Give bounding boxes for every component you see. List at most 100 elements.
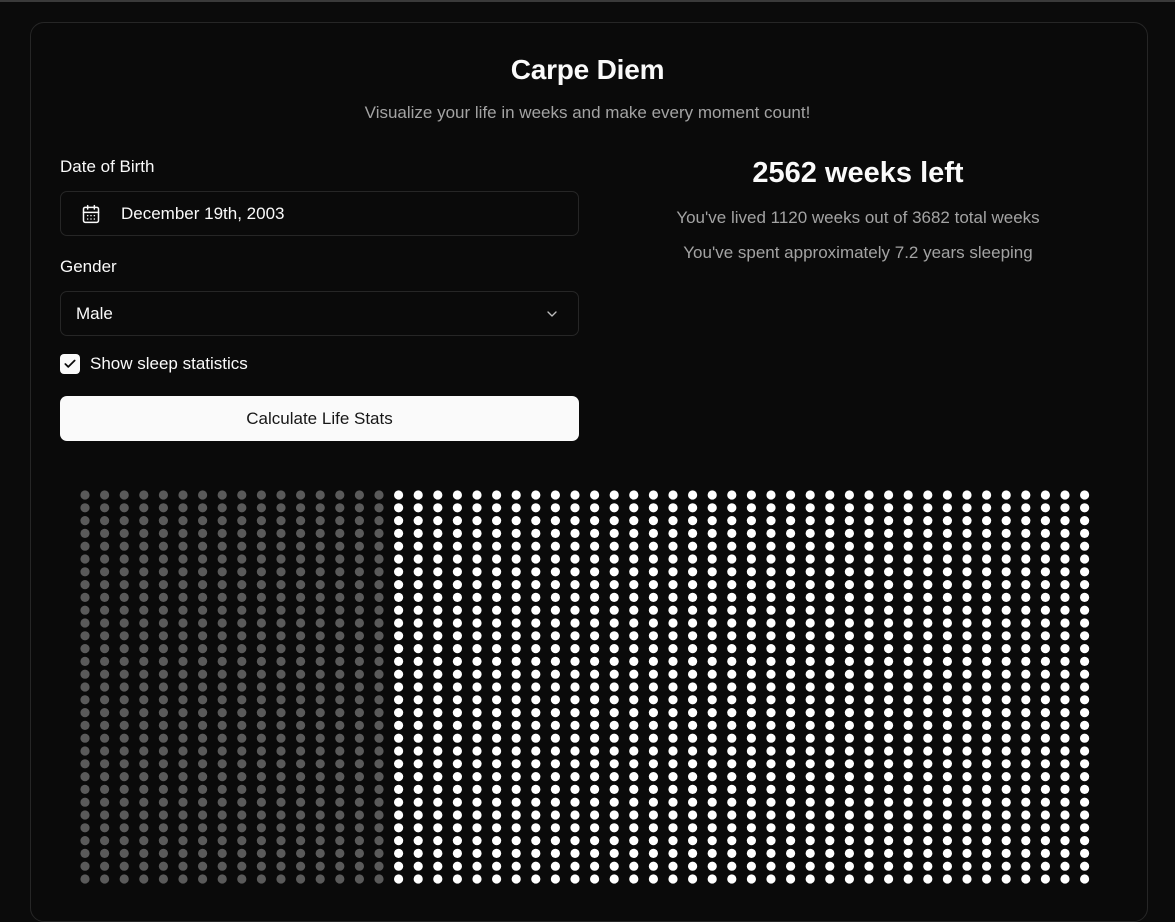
week-dot-remaining — [1021, 644, 1031, 654]
week-dot-remaining — [844, 592, 855, 603]
week-dot-lived — [256, 733, 266, 743]
week-dot-remaining — [433, 592, 443, 603]
week-dot-lived — [139, 682, 149, 692]
week-dot-remaining — [923, 823, 933, 833]
week-dot-lived — [256, 605, 266, 615]
week-dot-remaining — [962, 644, 972, 654]
week-dot-lived — [335, 567, 345, 577]
week-dot-remaining — [1001, 605, 1011, 615]
week-dot-remaining — [1001, 580, 1011, 590]
week-dot-remaining — [472, 528, 482, 539]
week-dot-remaining — [962, 490, 972, 500]
week-dot-remaining — [1001, 490, 1011, 500]
week-dot-remaining — [492, 631, 502, 641]
week-dot-lived — [217, 836, 227, 846]
week-dot-remaining — [786, 810, 796, 820]
week-dot-remaining — [1060, 746, 1070, 756]
week-dot-lived — [354, 490, 364, 500]
week-dot-remaining — [923, 541, 933, 551]
week-dot-remaining — [766, 874, 776, 884]
week-dot-remaining — [1021, 567, 1031, 577]
week-dot-remaining — [531, 580, 541, 590]
week-dot-remaining — [864, 861, 874, 871]
week-dot-lived — [198, 528, 208, 539]
week-dot-remaining — [1001, 567, 1011, 577]
week-dot-lived — [237, 580, 247, 590]
week-dot-remaining — [825, 516, 835, 526]
week-dot-lived — [276, 759, 286, 769]
week-dot-lived — [276, 541, 286, 551]
week-dot-lived — [276, 503, 286, 513]
week-dot-remaining — [903, 861, 913, 871]
week-dot-remaining — [727, 772, 737, 782]
week-dot-lived — [237, 644, 247, 654]
week-dot-lived — [119, 580, 129, 590]
week-dot-remaining — [1080, 516, 1090, 526]
week-dot-remaining — [1060, 605, 1070, 615]
week-dot-lived — [139, 541, 149, 551]
week-dot-lived — [198, 516, 208, 526]
week-dot-remaining — [492, 784, 502, 795]
week-dot-remaining — [629, 656, 639, 667]
week-dot-lived — [354, 784, 364, 795]
week-dot-lived — [237, 797, 247, 807]
week-dot-remaining — [884, 695, 894, 705]
week-dot-remaining — [511, 848, 521, 859]
week-dot-remaining — [648, 874, 659, 884]
week-dot-lived — [296, 541, 306, 551]
week-dot-remaining — [805, 772, 815, 782]
week-dot-remaining — [1060, 554, 1070, 564]
week-dot-lived — [139, 720, 149, 731]
week-dot-lived — [335, 797, 345, 807]
week-dot-remaining — [864, 797, 874, 807]
week-dot-remaining — [805, 823, 815, 833]
week-dot-lived — [80, 861, 90, 871]
week-dot-lived — [119, 720, 129, 731]
week-dot-remaining — [452, 503, 462, 513]
week-dot-remaining — [786, 592, 796, 603]
week-dot-lived — [198, 605, 208, 615]
week-dot-lived — [80, 759, 90, 769]
week-dot-remaining — [570, 592, 580, 603]
week-dot-remaining — [805, 848, 815, 859]
week-dot-remaining — [903, 797, 913, 807]
week-dot-lived — [80, 516, 90, 526]
week-dot-remaining — [472, 733, 482, 743]
week-dot-lived — [139, 618, 149, 628]
week-dot-lived — [80, 682, 90, 692]
week-dot-remaining — [982, 567, 992, 577]
week-dot-lived — [198, 733, 208, 743]
week-dot-remaining — [1060, 759, 1070, 769]
week-dot-remaining — [982, 631, 992, 641]
week-dot-remaining — [844, 490, 855, 500]
week-dot-remaining — [511, 503, 521, 513]
week-dot-remaining — [570, 656, 580, 667]
week-dot-remaining — [903, 528, 913, 539]
week-dot-lived — [315, 503, 325, 513]
week-dot-lived — [119, 669, 129, 679]
week-dot-remaining — [668, 528, 678, 539]
week-dot-lived — [119, 618, 129, 628]
week-dot-remaining — [492, 823, 502, 833]
week-dot-lived — [315, 605, 325, 615]
week-dot-remaining — [766, 656, 776, 667]
week-dot-remaining — [688, 528, 698, 539]
week-dot-lived — [158, 810, 168, 820]
week-dot-lived — [198, 554, 208, 564]
week-dot-lived — [335, 605, 345, 615]
week-dot-remaining — [472, 682, 482, 692]
week-dot-lived — [100, 708, 110, 718]
week-dot-remaining — [982, 797, 992, 807]
week-dot-remaining — [413, 784, 423, 795]
week-dot-lived — [198, 746, 208, 756]
week-dot-lived — [158, 874, 168, 884]
week-dot-remaining — [1080, 490, 1090, 500]
week-dot-lived — [217, 720, 227, 731]
week-dot-remaining — [452, 682, 462, 692]
week-dot-lived — [217, 797, 227, 807]
week-dot-remaining — [1080, 605, 1090, 615]
week-dot-remaining — [903, 848, 913, 859]
week-dot-remaining — [550, 797, 561, 807]
week-dot-lived — [139, 656, 149, 667]
week-dot-remaining — [668, 708, 678, 718]
